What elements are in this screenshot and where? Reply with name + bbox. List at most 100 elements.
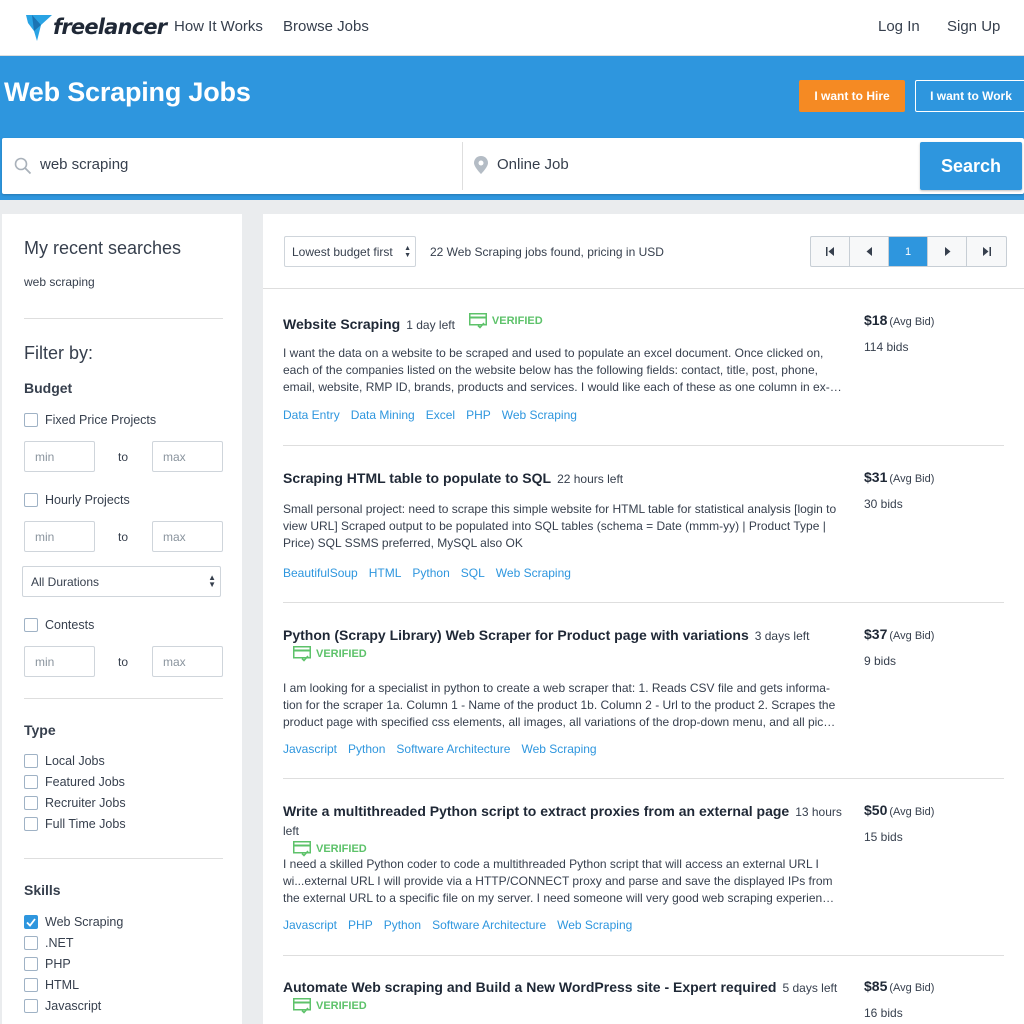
prev-page-icon[interactable] <box>850 237 889 266</box>
skill-tag-link[interactable]: Software Architecture <box>396 742 510 756</box>
skill-tag-link[interactable]: Web Scraping <box>521 742 596 756</box>
type-featured-jobs[interactable]: Featured Jobs <box>24 774 125 790</box>
skill-tag-link[interactable]: Javascript <box>283 742 337 756</box>
next-page-icon[interactable] <box>928 237 967 266</box>
job-title-link[interactable]: Scraping HTML table to populate to SQL <box>283 470 551 486</box>
job-title-link[interactable]: Website Scraping <box>283 316 400 332</box>
bid-count: 114 bids <box>864 340 909 354</box>
page-number-button[interactable]: 1 <box>889 237 928 266</box>
fixed-price-checkbox[interactable] <box>24 413 38 427</box>
fixed-price-label: Fixed Price Projects <box>45 413 157 427</box>
type-checkbox[interactable] <box>24 754 38 768</box>
job-title-line: Automate Web scraping and Build a New Wo… <box>283 978 853 1018</box>
contests-min-input[interactable]: min <box>24 646 95 677</box>
select-arrows-icon: ▲ ▼ <box>404 245 411 259</box>
skill-php[interactable]: PHP <box>24 956 71 972</box>
range-to-label: to <box>118 450 129 464</box>
skill-tag-link[interactable]: PHP <box>348 918 373 932</box>
first-page-icon[interactable] <box>811 237 850 266</box>
skill-javascript[interactable]: Javascript <box>24 998 101 1014</box>
type-checkbox[interactable] <box>24 796 38 810</box>
skill-tag-link[interactable]: Python <box>412 566 449 580</box>
skill-checkbox[interactable] <box>24 936 38 950</box>
hourly-filter[interactable]: Hourly Projects <box>24 492 130 508</box>
job-title-link[interactable]: Automate Web scraping and Build a New Wo… <box>283 979 776 995</box>
fixed-max-input[interactable]: max <box>152 441 223 472</box>
work-button[interactable]: I want to Work <box>915 80 1024 112</box>
avg-bid-amount: $85 <box>864 978 888 994</box>
type-checkbox[interactable] <box>24 775 38 789</box>
job-title-link[interactable]: Python (Scrapy Library) Web Scraper for … <box>283 627 749 643</box>
verified-card-icon <box>468 313 487 329</box>
job-card: Write a multithreaded Python script to e… <box>283 802 1003 942</box>
type-local-jobs[interactable]: Local Jobs <box>24 753 105 769</box>
freelancer-logo[interactable]: freelancer <box>26 12 167 42</box>
job-title-link[interactable]: Write a multithreaded Python script to e… <box>283 803 789 819</box>
skill-label: PHP <box>45 957 71 971</box>
search-button[interactable]: Search <box>920 142 1022 190</box>
search-input[interactable] <box>40 156 440 173</box>
checkmark-icon[interactable] <box>24 915 38 929</box>
contests-checkbox[interactable] <box>24 618 38 632</box>
skill-tag-link[interactable]: Javascript <box>283 918 337 932</box>
avg-bid-amount: $18 <box>864 312 888 328</box>
job-description: Small personal project: need to scrape t… <box>283 502 837 550</box>
type-label: Full Time Jobs <box>45 817 126 831</box>
type-recruiter-jobs[interactable]: Recruiter Jobs <box>24 795 126 811</box>
job-title-line: Scraping HTML table to populate to SQL 22… <box>283 469 853 488</box>
skill-tag-link[interactable]: Data Mining <box>351 408 415 422</box>
skill-web-scraping[interactable]: Web Scraping <box>24 914 123 930</box>
skill-tag-link[interactable]: Web Scraping <box>557 918 632 932</box>
sort-select[interactable]: Lowest budget first ▲ ▼ <box>284 236 416 267</box>
duration-select[interactable]: All Durations ▲ ▼ <box>22 566 221 597</box>
skill-tag-link[interactable]: Python <box>348 742 385 756</box>
verified-badge: VERIFIED <box>293 997 367 1015</box>
skill-label: HTML <box>45 978 80 992</box>
divider <box>283 602 1004 603</box>
skill-tag-link[interactable]: BeautifulSoup <box>283 566 358 580</box>
skill-tag-link[interactable]: SQL <box>461 566 485 580</box>
hourly-max-input[interactable]: max <box>152 521 223 552</box>
bid-count: 15 bids <box>864 830 903 844</box>
skill-checkbox[interactable] <box>24 957 38 971</box>
type-checkbox[interactable] <box>24 817 38 831</box>
fixed-price-filter[interactable]: Fixed Price Projects <box>24 412 156 428</box>
skill-tag-link[interactable]: HTML <box>369 566 402 580</box>
skill-tag-link[interactable]: Python <box>384 918 421 932</box>
fixed-min-input[interactable]: min <box>24 441 95 472</box>
skill-tag-link[interactable]: Data Entry <box>283 408 340 422</box>
hourly-min-input[interactable]: min <box>24 521 95 552</box>
job-card: Automate Web scraping and Build a New Wo… <box>283 978 1003 1024</box>
hourly-checkbox[interactable] <box>24 493 38 507</box>
skill-tag-link[interactable]: Web Scraping <box>502 408 577 422</box>
contests-label: Contests <box>45 618 95 632</box>
skill-checkbox[interactable] <box>24 978 38 992</box>
skill-tag-link[interactable]: Web Scraping <box>496 566 571 580</box>
nav-browse-jobs[interactable]: Browse Jobs <box>283 18 369 35</box>
signup-link[interactable]: Sign Up <box>947 18 1000 35</box>
verified-label: VERIFIED <box>316 648 367 660</box>
divider <box>283 955 1004 956</box>
skill-tag-link[interactable]: PHP <box>466 408 491 422</box>
top-navbar: freelancer How It Works Browse Jobs Log … <box>0 0 1024 56</box>
last-page-icon[interactable] <box>967 237 1006 266</box>
skill-label: .NET <box>45 936 74 950</box>
contests-filter[interactable]: Contests <box>24 617 94 633</box>
job-price: $18 (Avg Bid) <box>864 312 934 328</box>
contests-max-input[interactable]: max <box>152 646 223 677</box>
recent-search-item[interactable]: web scraping <box>24 275 95 289</box>
location-input[interactable] <box>497 156 897 173</box>
job-price: $50 (Avg Bid) <box>864 802 934 818</box>
skill-dotnet[interactable]: .NET <box>24 935 73 951</box>
login-link[interactable]: Log In <box>878 18 920 35</box>
type-full-time-jobs[interactable]: Full Time Jobs <box>24 816 126 832</box>
nav-how-it-works[interactable]: How It Works <box>174 18 263 35</box>
skill-checkbox[interactable] <box>24 999 38 1013</box>
job-description: I am looking for a specialist in python … <box>283 681 836 729</box>
skill-tag-link[interactable]: Excel <box>426 408 455 422</box>
bid-count: 30 bids <box>864 497 903 511</box>
skill-html[interactable]: HTML <box>24 977 79 993</box>
hire-button[interactable]: I want to Hire <box>799 80 905 112</box>
skill-tag-link[interactable]: Software Architecture <box>432 918 546 932</box>
type-heading: Type <box>24 722 56 738</box>
